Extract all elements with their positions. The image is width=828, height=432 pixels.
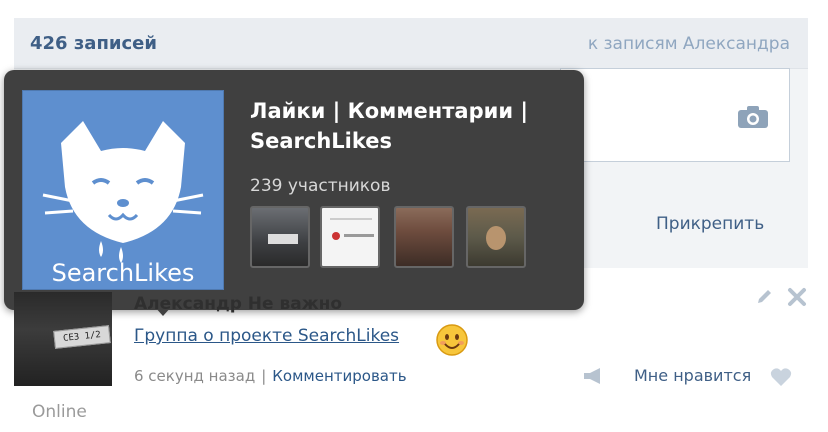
post-meta: 6 секунд назад | Комментировать — [134, 367, 407, 385]
attach-button[interactable]: Прикрепить — [656, 214, 764, 234]
like-button[interactable]: Мне нравится — [634, 366, 751, 385]
member-thumb[interactable] — [466, 206, 526, 268]
posts-count[interactable]: 426 записей — [30, 33, 157, 54]
share-icon[interactable] — [582, 366, 606, 386]
post-time[interactable]: 6 секунд назад — [134, 367, 255, 385]
members-count[interactable]: 239 участников — [250, 176, 390, 196]
author-name[interactable]: Александр Не важно — [134, 294, 342, 314]
member-thumb[interactable] — [320, 206, 380, 268]
to-posts-link[interactable]: к записям Александра — [588, 34, 790, 54]
license-plate: СЕЗ 1/2 — [53, 325, 111, 349]
line-shape — [330, 218, 372, 220]
face-shape — [486, 226, 506, 250]
error-dot-icon — [332, 232, 340, 240]
wall-header: 426 записей к записям Александра — [14, 18, 808, 69]
group-avatar[interactable]: SearchLikes — [22, 90, 224, 290]
author-avatar[interactable]: СЕЗ 1/2 — [14, 292, 112, 386]
smile-emoji-icon — [436, 324, 468, 356]
post-text-link[interactable]: Группа о проекте SearchLikes — [134, 326, 399, 346]
online-status: Online — [32, 402, 87, 422]
member-thumb[interactable] — [394, 206, 454, 268]
camera-icon[interactable] — [736, 104, 770, 130]
group-title[interactable]: Лайки | Комментарии | SearchLikes — [250, 96, 570, 156]
member-thumb[interactable] — [250, 206, 310, 268]
plate-shape — [268, 234, 298, 244]
heart-icon[interactable] — [770, 367, 792, 387]
close-icon[interactable] — [786, 286, 808, 308]
pencil-icon[interactable] — [755, 288, 773, 306]
separator: | — [261, 367, 267, 385]
comment-button[interactable]: Комментировать — [272, 367, 406, 385]
avatar-logo-text: SearchLikes — [51, 259, 195, 287]
line-shape — [344, 234, 374, 237]
